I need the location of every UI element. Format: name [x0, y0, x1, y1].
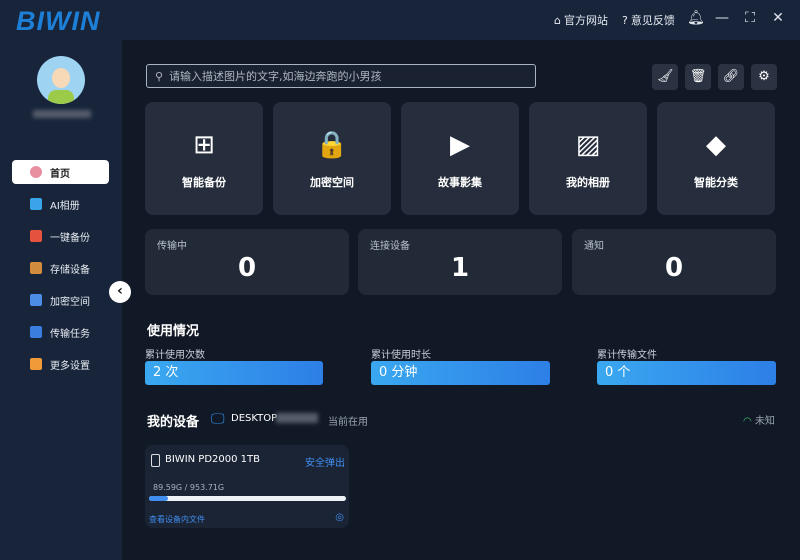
link-icon: 🔗︎: [722, 69, 740, 84]
drive-icon: [151, 454, 160, 467]
home-icon: ⌂: [554, 13, 561, 27]
nav-icon: [30, 262, 42, 274]
feature-card-4[interactable]: ◆ 智能分类: [657, 102, 775, 215]
title-bar: [0, 0, 800, 40]
monitor-icon: 🖵︎: [211, 411, 225, 427]
view-files-link[interactable]: 查看设备内文件: [149, 514, 205, 525]
gear-icon: ⚙: [758, 69, 770, 84]
network-status: ◠ 未知: [743, 416, 775, 427]
trash-icon: 🗑︎: [689, 69, 707, 84]
computer-name: DESKTOP: [231, 413, 278, 424]
sidebar-item-3[interactable]: 存储设备: [12, 256, 109, 280]
sidebar-item-5[interactable]: 传输任务: [12, 320, 109, 344]
usage-value: 0 个: [597, 361, 776, 385]
avatar[interactable]: [37, 56, 85, 104]
collapse-sidebar-button[interactable]: ‹: [109, 281, 131, 303]
nav-icon: [30, 358, 42, 370]
username-blurred: [33, 110, 91, 118]
link-button[interactable]: 🔗︎: [718, 64, 744, 90]
sidebar-item-2[interactable]: 一键备份: [12, 224, 109, 248]
nav-icon: [30, 198, 42, 210]
nav-icon: [30, 166, 42, 178]
eject-link[interactable]: 安全弹出: [305, 454, 345, 469]
feature-card-1[interactable]: 🔒 加密空间: [273, 102, 391, 215]
stat-card-1[interactable]: 连接设备 1: [358, 229, 562, 295]
biwin-logo: BIWIN: [16, 6, 101, 36]
sidebar-item-1[interactable]: AI相册: [12, 192, 109, 216]
nav-icon: [30, 230, 42, 242]
broom-icon: 🧹︎: [656, 69, 674, 84]
clean-button[interactable]: 🧹︎: [652, 64, 678, 90]
devices-title: 我的设备: [147, 415, 200, 430]
feedback-link[interactable]: ? 意见反馈: [622, 12, 675, 28]
feature-icon: ▨: [575, 130, 601, 160]
settings-button[interactable]: ⚙: [751, 64, 777, 90]
feature-icon: 🔒: [315, 130, 349, 160]
feature-icon: ▶: [450, 130, 470, 160]
stat-card-2[interactable]: 通知 0: [572, 229, 776, 295]
feature-icon: ⊞: [193, 130, 215, 160]
feature-card-0[interactable]: ⊞ 智能备份: [145, 102, 263, 215]
close-button[interactable]: ✕: [770, 10, 786, 26]
delete-button[interactable]: 🗑︎: [685, 64, 711, 90]
device-usage: 89.59G / 953.71G: [153, 483, 225, 492]
sidebar-item-6[interactable]: 更多设置: [12, 352, 109, 376]
device-name: BIWIN PD2000 1TB: [165, 454, 260, 465]
bell-icon[interactable]: 🔔︎: [687, 10, 705, 26]
computer-name-blurred: [276, 413, 318, 423]
search-icon: ⚲: [155, 69, 164, 83]
usage-label: 累计使用时长: [371, 350, 431, 361]
sidebar-item-4[interactable]: 加密空间: [12, 288, 109, 312]
stat-card-0[interactable]: 传输中 0: [145, 229, 349, 295]
feature-icon: ◆: [706, 130, 726, 160]
target-icon[interactable]: ◎: [335, 512, 344, 523]
usage-label: 累计传输文件: [597, 350, 657, 361]
help-icon: ?: [622, 13, 628, 27]
usage-value: 2 次: [145, 361, 323, 385]
maximize-button[interactable]: ⛶: [742, 10, 758, 26]
nav-icon: [30, 294, 42, 306]
nav-icon: [30, 326, 42, 338]
sidebar-item-0[interactable]: 首页: [12, 160, 109, 184]
current-in-use: 当前在用: [328, 417, 368, 428]
usage-value: 0 分钟: [371, 361, 550, 385]
device-card[interactable]: BIWIN PD2000 1TB 安全弹出 89.59G / 953.71G 查…: [145, 445, 349, 528]
minimize-button[interactable]: —: [714, 10, 730, 26]
usage-title: 使用情况: [147, 324, 200, 339]
storage-bar: [149, 496, 346, 501]
feature-card-3[interactable]: ▨ 我的相册: [529, 102, 647, 215]
usage-label: 累计使用次数: [145, 350, 205, 361]
website-link[interactable]: ⌂ 官方网站: [554, 12, 608, 28]
feature-card-2[interactable]: ▶ 故事影集: [401, 102, 519, 215]
wifi-icon: ◠: [743, 416, 752, 427]
search-input[interactable]: ⚲ 请输入描述图片的文字,如海边奔跑的小男孩: [146, 64, 536, 88]
